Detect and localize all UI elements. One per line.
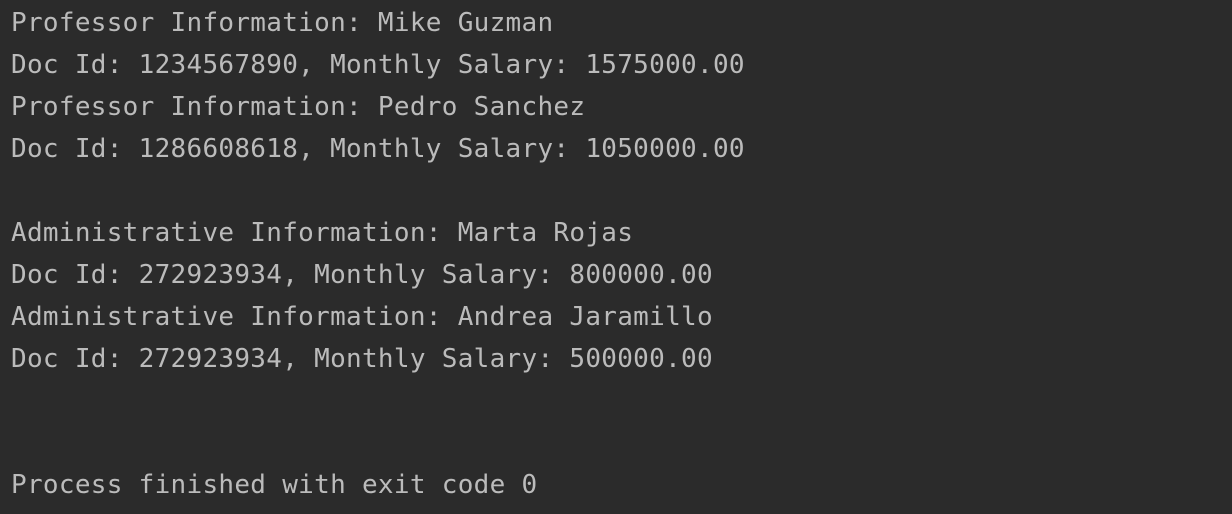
console-line-professor-1: Professor Information: Mike Guzman — [11, 8, 554, 38]
console-line-doc-2: Doc Id: 1286608618, Monthly Salary: 1050… — [11, 134, 745, 164]
console-line-exit-status: Process finished with exit code 0 — [11, 470, 538, 500]
console-line-admin-1: Administrative Information: Marta Rojas — [11, 218, 634, 248]
console-line-doc-1: Doc Id: 1234567890, Monthly Salary: 1575… — [11, 50, 745, 80]
console-line-doc-4: Doc Id: 272923934, Monthly Salary: 50000… — [11, 344, 713, 374]
console-line-doc-3: Doc Id: 272923934, Monthly Salary: 80000… — [11, 260, 713, 290]
console-line-admin-2: Administrative Information: Andrea Jaram… — [11, 302, 713, 332]
console-output[interactable]: Professor Information: Mike Guzman Doc I… — [0, 0, 1232, 514]
console-line-professor-2: Professor Information: Pedro Sanchez — [11, 92, 586, 122]
